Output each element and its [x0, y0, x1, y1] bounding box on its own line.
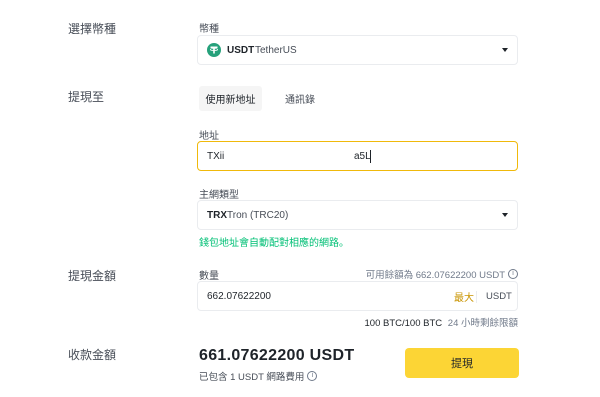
info-icon: i: [307, 371, 318, 381]
amount-section-label: 提現金額: [68, 269, 117, 283]
available-balance: 可用餘額為 662.07622200 USDT i: [366, 267, 518, 281]
info-icon: i: [508, 269, 518, 279]
fee-note-row: 已包含 1 USDT 網路費用 i: [199, 369, 318, 383]
address-input[interactable]: TXii a5L: [197, 141, 518, 171]
text-cursor: [370, 150, 371, 163]
limit-value: 100 BTC/100 BTC: [364, 318, 443, 329]
submit-withdraw-button[interactable]: 提現: [405, 348, 519, 378]
coin-select[interactable]: USDT TetherUS: [197, 35, 518, 65]
fee-note: 已包含 1 USDT 網路費用: [199, 372, 305, 383]
withdraw-to-label: 提現至: [68, 90, 105, 104]
amount-value: 662.07622200: [207, 290, 271, 302]
amount-field-label: 數量: [199, 271, 219, 282]
network-notice: 錢包地址會自動配對相應的網路。: [199, 238, 349, 249]
coin-section-label: 選擇幣種: [68, 22, 117, 36]
network-name: Tron (TRC20): [227, 209, 289, 221]
chevron-down-icon: [502, 48, 508, 52]
network-symbol: TRX: [207, 209, 227, 221]
max-button[interactable]: 最大: [454, 289, 474, 304]
address-suffix: a5L: [354, 150, 371, 162]
address-prefix: TXii: [207, 150, 225, 162]
limit-note: 24 小時剩餘限額: [447, 318, 518, 329]
amount-unit: USDT: [486, 290, 512, 302]
chevron-down-icon: [502, 213, 508, 217]
network-select[interactable]: TRX Tron (TRC20): [197, 200, 518, 230]
address-field-label: 地址: [199, 131, 219, 142]
receive-amount: 661.07622200 USDT: [199, 347, 355, 364]
amount-divider: [476, 291, 477, 303]
amount-input[interactable]: 662.07622200 最大 USDT: [197, 281, 518, 311]
coin-symbol: USDT: [227, 44, 255, 56]
coin-name: TetherUS: [255, 44, 297, 56]
network-field-label: 主網類型: [199, 190, 239, 201]
available-balance-text: 可用餘額為 662.07622200 USDT: [365, 270, 505, 281]
tether-icon: [207, 43, 221, 57]
receive-section-label: 收款金額: [68, 348, 117, 362]
limit-row: 100 BTC/100 BTC 24 小時剩餘限額: [365, 315, 518, 329]
tab-new-address[interactable]: 使用新地址: [199, 86, 262, 111]
coin-field-label: 幣種: [199, 24, 219, 35]
tab-address-book[interactable]: 通訊錄: [278, 86, 322, 111]
